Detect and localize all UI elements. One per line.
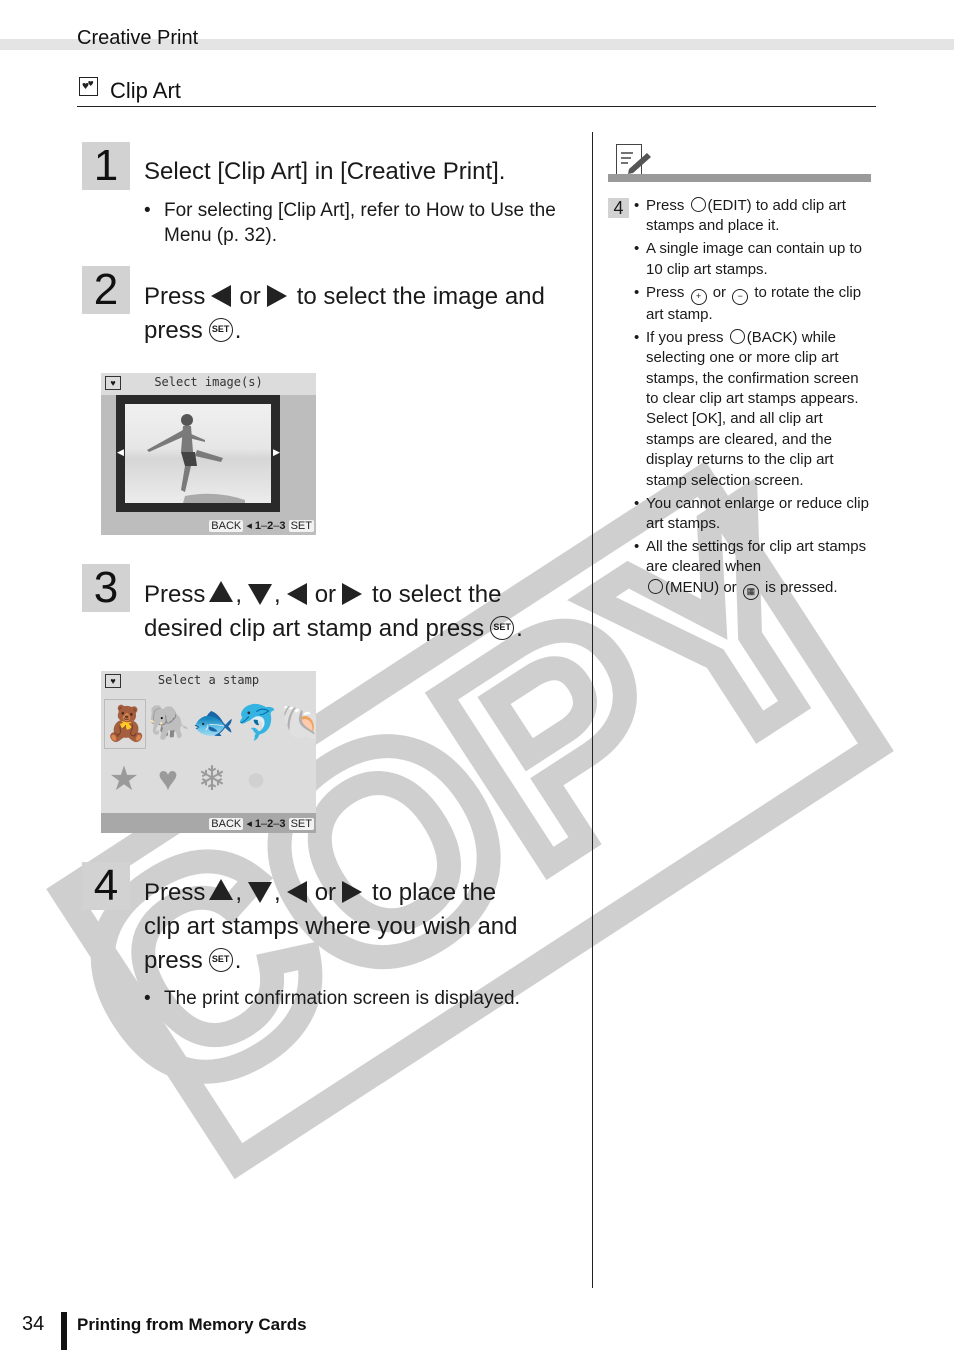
note-item: • If you press (BACK) while selecting one… bbox=[634, 328, 859, 489]
back-button-icon bbox=[729, 328, 745, 344]
step-4-bullet-text: The print confirmation screen is display… bbox=[164, 988, 520, 1009]
stamp-snowflake[interactable]: ❄ bbox=[192, 755, 232, 803]
zoom-out-icon: − bbox=[732, 288, 749, 305]
down-arrow-icon bbox=[248, 882, 273, 904]
section-label: Creative Print bbox=[77, 27, 199, 49]
note-list: • Press (EDIT) to add clip art stamps and… bbox=[634, 196, 874, 602]
prev-image-arrow[interactable]: ◀ bbox=[117, 447, 124, 458]
note-item: • You cannot enlarge or reduce clip art s… bbox=[634, 494, 869, 533]
screen-footer: BACK ◂ 1–2–3 SET bbox=[209, 520, 314, 532]
step-number-1: 1 bbox=[82, 142, 130, 190]
column-divider bbox=[592, 132, 593, 1288]
set-button-icon: SET bbox=[208, 947, 233, 972]
note-item: • All the settings for clip art stamps ar… bbox=[634, 537, 874, 600]
step-number-3: 3 bbox=[82, 564, 130, 612]
photo-frame bbox=[116, 395, 280, 512]
step-1-bullet-text: For selecting [Clip Art], refer to How t… bbox=[164, 200, 556, 246]
step-number-4: 4 bbox=[82, 862, 130, 910]
note-step-ref: 4 bbox=[608, 198, 629, 218]
note-item: • A single image can contain up to 10 cli… bbox=[634, 240, 862, 278]
step-3-text: Press,, or to select the desired clip art … bbox=[144, 581, 523, 642]
screen-footer: BACK ◂ 1–2–3 SET bbox=[209, 818, 314, 830]
up-arrow-icon bbox=[209, 581, 234, 603]
left-arrow-icon bbox=[211, 284, 232, 307]
note-item: • Press (EDIT) to add clip art stamps and… bbox=[634, 197, 846, 235]
right-arrow-icon bbox=[342, 880, 363, 903]
set-button-icon: SET bbox=[208, 317, 233, 342]
stamp-star[interactable]: ★ bbox=[104, 755, 144, 803]
select-image-screen: ♥ Select image(s) ◀ ▶ BACK ◂ 1–2–3 SET bbox=[101, 373, 316, 535]
screen-header: ♥ Select a stamp bbox=[101, 671, 316, 693]
step-1-text: Select [Clip Art] in [Creative Print]. bbox=[144, 158, 506, 185]
clip-art-hearts-icon bbox=[79, 77, 98, 96]
step-1-bullet: • For selecting [Clip Art], refer to How … bbox=[144, 200, 556, 246]
note-header bbox=[608, 138, 871, 182]
edit-button-icon bbox=[690, 197, 706, 212]
menu-button-icon bbox=[648, 578, 663, 594]
screen-title: Select a stamp bbox=[157, 673, 260, 687]
step-number-2: 2 bbox=[82, 266, 130, 314]
beach-photo bbox=[125, 404, 271, 503]
zoom-in-icon: + bbox=[690, 288, 707, 305]
right-arrow-icon bbox=[266, 284, 287, 307]
chapter-title: Printing from Memory Cards bbox=[77, 1315, 307, 1334]
left-arrow-icon bbox=[286, 582, 307, 605]
print-button-icon: ▦ bbox=[742, 583, 759, 600]
screen-header: ♥ Select image(s) bbox=[101, 373, 316, 395]
set-button-icon: SET bbox=[490, 615, 515, 640]
stamp-circle[interactable]: ● bbox=[236, 755, 276, 803]
stamp-teddy-bear[interactable]: 🧸 bbox=[104, 699, 147, 749]
stamp-seashell[interactable]: 🐚 bbox=[280, 699, 316, 747]
step-4-bullet: • The print confirmation screen is displa… bbox=[144, 988, 520, 1009]
note-pencil-icon bbox=[616, 144, 651, 176]
page-title-row: Clip Art bbox=[77, 74, 876, 107]
stamp-heart[interactable]: ♥ bbox=[148, 755, 188, 803]
note-item: • Press + or − to rotate the clip art sta… bbox=[634, 283, 862, 323]
step-4-text: Press,, or to place the clip art stamps wh… bbox=[144, 879, 518, 974]
screen-title: Select image(s) bbox=[154, 375, 263, 389]
stamp-sunfish[interactable]: 🐟 bbox=[192, 699, 234, 747]
step-2-text: Press or to select the image and press SET. bbox=[144, 283, 545, 344]
page-title: Clip Art bbox=[110, 78, 181, 103]
next-image-arrow[interactable]: ▶ bbox=[273, 447, 280, 458]
right-arrow-icon bbox=[342, 582, 363, 605]
up-arrow-icon bbox=[209, 879, 234, 901]
stamp-grid: 🧸 🐘 🐟 🐬 🐚 ★ ♥ ❄ ● bbox=[104, 699, 316, 803]
page-number: 34 bbox=[22, 1313, 45, 1335]
stamp-dolphin[interactable]: 🐬 bbox=[236, 699, 278, 747]
left-arrow-icon bbox=[286, 880, 307, 903]
footer-divider bbox=[61, 1312, 67, 1350]
stamp-elephant[interactable]: 🐘 bbox=[148, 699, 190, 747]
select-stamp-screen: ♥ Select a stamp 🧸 🐘 🐟 🐬 🐚 ★ ♥ ❄ ● BACK … bbox=[101, 671, 316, 833]
note-header-bar bbox=[608, 174, 871, 182]
down-arrow-icon bbox=[248, 584, 273, 606]
